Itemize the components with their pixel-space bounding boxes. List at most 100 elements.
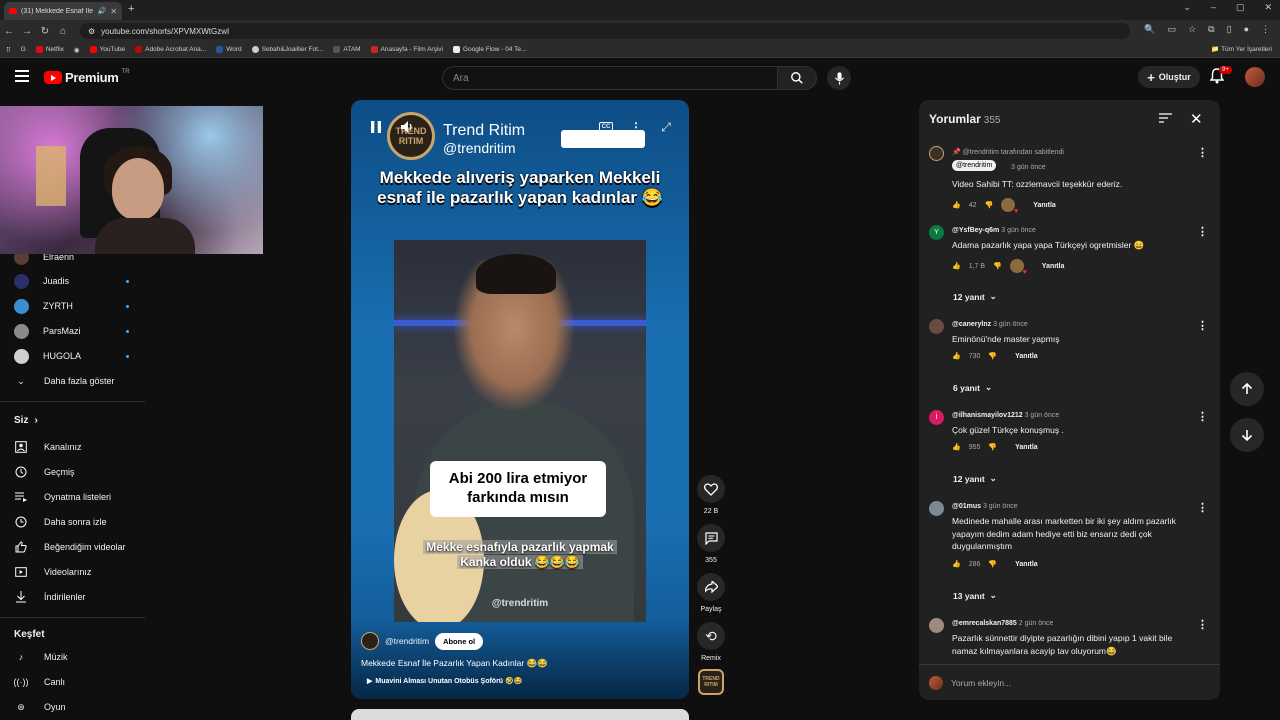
dislike-icon[interactable]: 👎 bbox=[993, 262, 1002, 270]
shorts-video-player[interactable]: TREND RITIM Trend Ritim @trendritim CC ⋮ … bbox=[351, 100, 689, 699]
sidebar-sub-hugola[interactable]: HUGOLA bbox=[14, 347, 129, 365]
comment-author-chip[interactable]: @trendritim bbox=[952, 160, 997, 171]
site-info-icon[interactable]: ⚙ bbox=[88, 27, 95, 36]
sidebar-sub-juadis[interactable]: Juadis bbox=[14, 272, 129, 290]
avatar[interactable] bbox=[361, 632, 379, 650]
show-replies-button[interactable]: 6 yanıt ⌄ bbox=[953, 382, 992, 393]
minimize-icon[interactable]: – bbox=[1211, 2, 1216, 13]
menu-icon[interactable]: ⋮ bbox=[1261, 24, 1270, 35]
star-icon[interactable]: ☆ bbox=[1188, 24, 1196, 35]
sidebar-item-downloads[interactable]: İndirilenler bbox=[14, 588, 139, 606]
dislike-icon[interactable]: 👎 bbox=[988, 560, 997, 568]
you-section-header[interactable]: Siz › bbox=[14, 415, 38, 426]
like-icon[interactable]: 👍 bbox=[952, 352, 961, 360]
share-button[interactable]: Paylaş bbox=[696, 573, 726, 613]
bookmark-sebah[interactable]: Sebah&Joaillier Fot... bbox=[251, 46, 323, 53]
reload-icon[interactable]: ↻ bbox=[36, 26, 54, 37]
search-input[interactable]: Ara bbox=[442, 66, 778, 90]
close-tab-icon[interactable]: ✕ bbox=[110, 7, 117, 16]
extensions-icon[interactable]: ⧉ bbox=[1208, 24, 1214, 35]
like-icon[interactable]: 👍 bbox=[952, 201, 961, 209]
reply-button[interactable]: Yanıtla bbox=[1042, 263, 1065, 270]
sidebar-sub-zyrth[interactable]: ZYRTH bbox=[14, 297, 129, 315]
like-icon[interactable]: 👍 bbox=[952, 560, 961, 568]
sidebar-sub-parsmazi[interactable]: ParsMazi bbox=[14, 322, 129, 340]
reply-button[interactable]: Yanıtla bbox=[1015, 561, 1038, 568]
sidebar-item-watch-later[interactable]: Daha sonra izle bbox=[14, 513, 139, 531]
url-field[interactable]: ⚙ youtube.com/shorts/XPVMXWtGzwI bbox=[80, 23, 1130, 39]
reply-button[interactable]: Yanıtla bbox=[1033, 202, 1056, 209]
show-more-button[interactable]: ⌄ Daha fazla göster bbox=[14, 372, 139, 390]
show-replies-button[interactable]: 12 yanıt ⌄ bbox=[953, 473, 997, 484]
subscribe-button[interactable]: Abone ol bbox=[435, 632, 484, 650]
youtube-logo[interactable]: Premium TR bbox=[44, 69, 130, 85]
comment-menu-icon[interactable]: ⋮ bbox=[1197, 618, 1208, 631]
create-button[interactable]: + Oluştur bbox=[1138, 66, 1200, 88]
comment-menu-icon[interactable]: ⋮ bbox=[1197, 225, 1208, 238]
avatar[interactable]: İ bbox=[929, 410, 944, 425]
sidebar-item-playlists[interactable]: Oynatma listeleri bbox=[14, 488, 139, 506]
avatar[interactable] bbox=[929, 146, 944, 161]
fullscreen-icon[interactable]: ⤢ bbox=[655, 116, 677, 138]
remix-button[interactable]: ⟲ Remix bbox=[696, 622, 726, 662]
bookmark-google-flow[interactable]: Google Flow - 04 Te... bbox=[453, 46, 526, 53]
sidebar-item-gaming[interactable]: ⊛ Oyun bbox=[14, 698, 139, 716]
browser-tab[interactable]: (31) Mekkede Esnaf İle Pazar... 🔊 ✕ bbox=[4, 2, 122, 20]
close-window-icon[interactable]: ✕ bbox=[1264, 2, 1272, 13]
audio-channel-avatar[interactable]: TREND RITIM bbox=[698, 669, 724, 695]
avatar[interactable] bbox=[929, 618, 944, 633]
pause-button[interactable] bbox=[365, 116, 387, 138]
previous-short-button[interactable] bbox=[1230, 372, 1264, 406]
dislike-icon[interactable]: 👎 bbox=[985, 201, 994, 209]
sidebar-item-live[interactable]: ((·)) Canlı bbox=[14, 673, 139, 691]
volume-button[interactable] bbox=[397, 116, 419, 138]
bookmark-youtube[interactable]: YouTube bbox=[89, 46, 125, 53]
dislike-icon[interactable]: 👎 bbox=[988, 443, 997, 451]
related-video-link[interactable]: ▶ Muavini Alması Unutan Otobüs Şoförü 🤣😂 bbox=[367, 677, 522, 685]
comment-menu-icon[interactable]: ⋮ bbox=[1197, 319, 1208, 332]
apps-icon[interactable]: ⠿ bbox=[6, 46, 11, 54]
close-comments-icon[interactable]: ✕ bbox=[1190, 110, 1203, 128]
chevron-down-icon[interactable]: ⌄ bbox=[1183, 2, 1191, 13]
google-icon[interactable]: G bbox=[21, 46, 26, 53]
avatar[interactable]: Y bbox=[929, 225, 944, 240]
zoom-icon[interactable]: 🔍 bbox=[1144, 24, 1155, 35]
sidebar-item-your-channel[interactable]: Kanalınız bbox=[14, 438, 139, 456]
bookmark-acrobat[interactable]: Adobe Acrobat Ana... bbox=[135, 46, 206, 53]
forward-icon[interactable]: → bbox=[18, 26, 36, 37]
avatar[interactable] bbox=[929, 319, 944, 334]
comment-menu-icon[interactable]: ⋮ bbox=[1197, 146, 1208, 159]
voice-search-button[interactable] bbox=[827, 66, 851, 90]
more-options-icon[interactable]: ⋮ bbox=[625, 116, 647, 138]
sidebar-item-liked-videos[interactable]: Beğendiğim videolar bbox=[14, 538, 139, 556]
home-icon[interactable]: ⌂ bbox=[54, 26, 72, 37]
reply-button[interactable]: Yanıtla bbox=[1015, 353, 1038, 360]
back-icon[interactable]: ← bbox=[0, 26, 18, 37]
sidebar-item-history[interactable]: Geçmiş bbox=[14, 463, 139, 481]
profile-icon[interactable]: ● bbox=[1244, 24, 1249, 35]
comment-menu-icon[interactable]: ⋮ bbox=[1197, 410, 1208, 423]
add-comment-field[interactable]: Yorum ekleyin... bbox=[919, 664, 1220, 700]
sidebar-item-music[interactable]: ♪ Müzik bbox=[14, 648, 139, 666]
new-tab-icon[interactable]: + bbox=[128, 3, 134, 15]
channel-handle[interactable]: @trendritim bbox=[385, 636, 429, 646]
sidebar-item-your-videos[interactable]: Videolarınız bbox=[14, 563, 139, 581]
show-replies-button[interactable]: 13 yanıt ⌄ bbox=[953, 590, 997, 601]
comment-menu-icon[interactable]: ⋮ bbox=[1197, 501, 1208, 514]
maximize-icon[interactable]: ▢ bbox=[1236, 2, 1245, 13]
dislike-icon[interactable]: 👎 bbox=[988, 352, 997, 360]
reply-button[interactable]: Yanıtla bbox=[1015, 444, 1038, 451]
like-icon[interactable]: 👍 bbox=[952, 262, 961, 270]
sidebar-icon[interactable]: ▯ bbox=[1227, 24, 1232, 35]
bookmark-netflix[interactable]: Netflix bbox=[35, 46, 64, 53]
avatar[interactable] bbox=[929, 501, 944, 516]
captions-button[interactable]: CC bbox=[595, 116, 617, 138]
bookmark-film-arsivi[interactable]: Anasayfa - Film Arşivi bbox=[370, 46, 443, 53]
show-replies-button[interactable]: 12 yanıt ⌄ bbox=[953, 291, 997, 302]
all-bookmarks[interactable]: 📁 Tüm Yer İşaretleri bbox=[1211, 45, 1272, 53]
next-short-preview[interactable] bbox=[351, 709, 689, 720]
account-avatar[interactable] bbox=[1245, 67, 1265, 87]
next-short-button[interactable] bbox=[1230, 418, 1264, 452]
like-button[interactable]: 22 B bbox=[696, 475, 726, 515]
like-icon[interactable]: 👍 bbox=[952, 443, 961, 451]
